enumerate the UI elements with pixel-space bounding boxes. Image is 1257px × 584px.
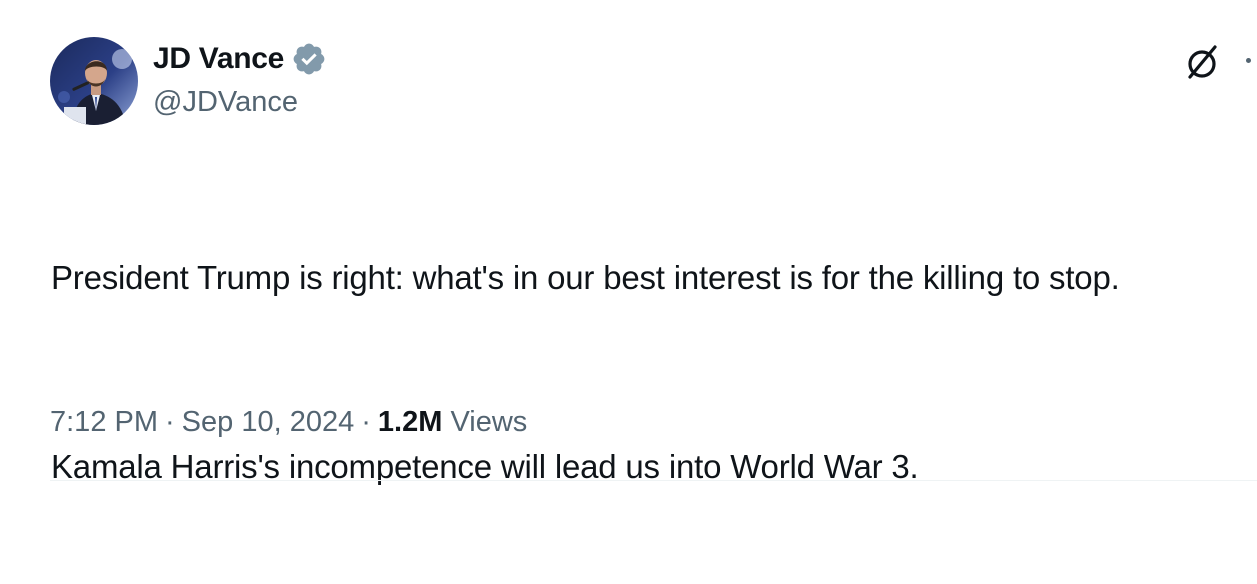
author-name-row: JD Vance [153, 41, 327, 77]
tweet-paragraph: President Trump is right: what's in our … [51, 259, 1120, 296]
tweet-text: President Trump is right: what's in our … [51, 160, 1246, 584]
divider [50, 480, 1257, 481]
tweet-card: JD Vance @JDVance President Trump is rig… [0, 0, 1257, 487]
author-avatar[interactable] [50, 37, 138, 125]
views-label: Views [450, 406, 528, 438]
grok-icon[interactable] [1180, 40, 1224, 84]
separator: · [361, 406, 371, 438]
views-count[interactable]: 1.2M [378, 406, 442, 438]
profile-photo-icon [50, 37, 138, 125]
tweet-date[interactable]: Sep 10, 2024 [182, 406, 355, 438]
author-display-name[interactable]: JD Vance [153, 41, 284, 77]
tweet-paragraph: Kamala Harris's incompetence will lead u… [51, 448, 919, 485]
tweet-time[interactable]: 7:12 PM [50, 406, 158, 438]
more-options-icon[interactable] [1246, 58, 1251, 63]
verified-badge-icon[interactable] [291, 41, 327, 77]
author-handle[interactable]: @JDVance [153, 84, 298, 120]
tweet-meta: 7:12 PM · Sep 10, 2024 · 1.2M Views [50, 402, 527, 442]
separator: · [165, 406, 175, 438]
